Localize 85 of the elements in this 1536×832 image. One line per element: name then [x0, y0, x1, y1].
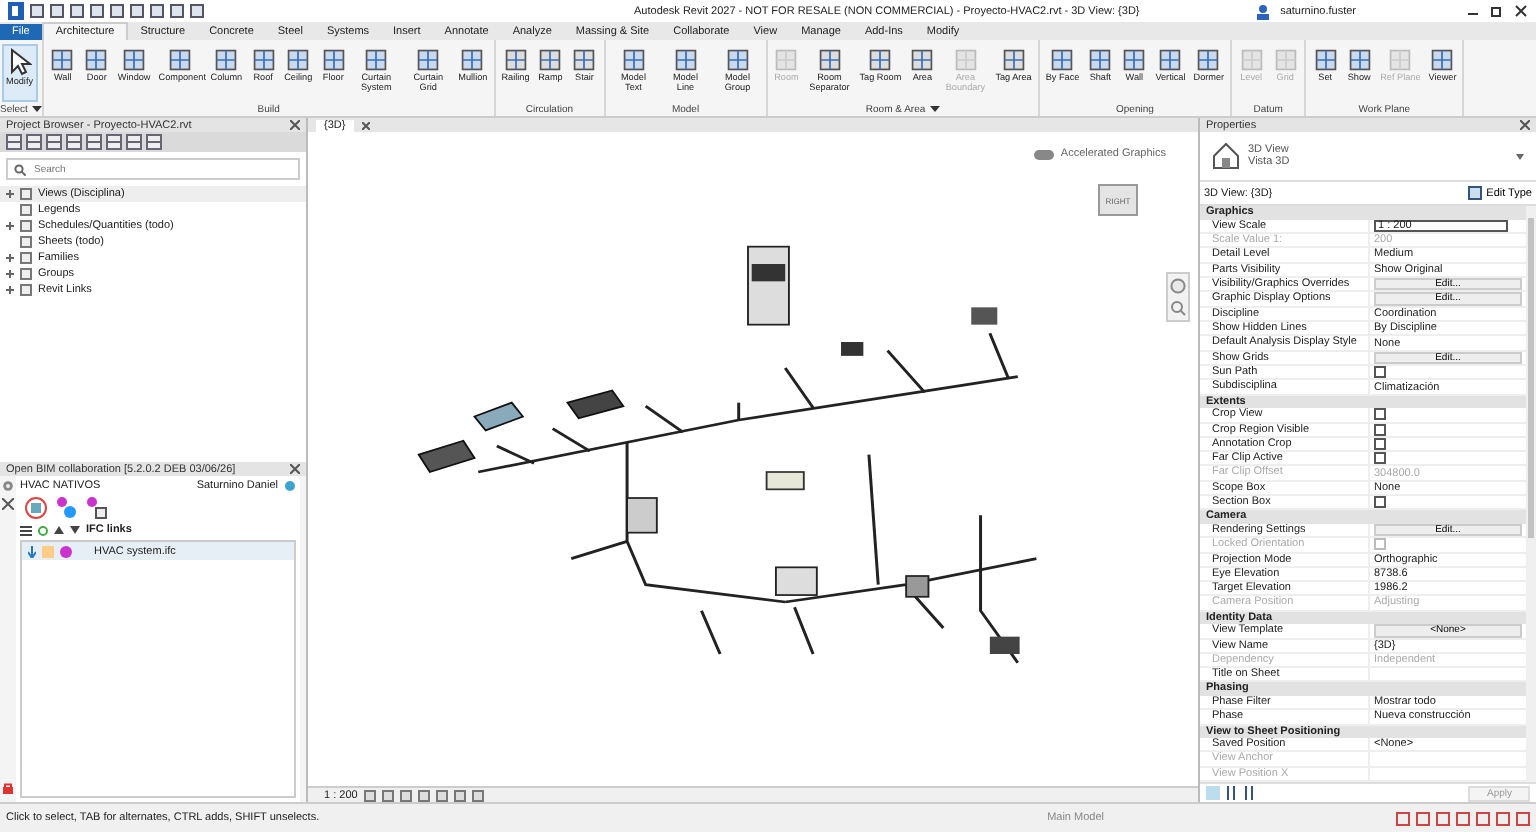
caret-icon[interactable]: [929, 105, 940, 113]
user-icon: [1256, 3, 1271, 19]
grid-icon: [84, 48, 109, 72]
restore-icon[interactable]: [1490, 4, 1504, 18]
download-arrow-icon[interactable]: [28, 545, 36, 557]
grid-icon: [364, 48, 389, 72]
grid-icon: [1430, 48, 1455, 72]
grid-icon: [214, 48, 239, 72]
close-icon[interactable]: [290, 464, 300, 474]
up-triangle-icon[interactable]: [54, 526, 64, 534]
checkbox[interactable]: [1374, 408, 1386, 421]
grid-icon: [1388, 48, 1413, 72]
grid-icon: [168, 48, 193, 72]
gear-icon[interactable]: [2, 480, 14, 492]
plus-icon[interactable]: [6, 190, 14, 198]
toggle-switch[interactable]: [1034, 149, 1055, 159]
toolbar-icon[interactable]: [106, 134, 122, 150]
ifc-logo-icon: [42, 545, 54, 557]
zoom-icon[interactable]: [1170, 300, 1186, 316]
grid-icon: [1239, 48, 1264, 72]
scrollbar[interactable]: [1526, 206, 1536, 782]
close-icon[interactable]: [290, 120, 300, 130]
caret-icon: [1516, 153, 1524, 159]
lock-icon[interactable]: [2, 782, 14, 794]
tools-icon[interactable]: [2, 498, 14, 510]
cursor-icon: [7, 48, 32, 76]
close-icon[interactable]: [361, 121, 370, 129]
plus-icon[interactable]: [6, 270, 14, 278]
grid-icon: [621, 48, 646, 72]
grid-icon: [1158, 48, 1183, 72]
plus-icon[interactable]: [6, 254, 14, 262]
grid-icon: [774, 48, 799, 72]
ifc-logo-icon[interactable]: [24, 496, 48, 520]
ifc-link-icon[interactable]: [54, 496, 78, 520]
menu-icon[interactable]: [20, 525, 32, 535]
grid-icon: [321, 48, 346, 72]
close-icon[interactable]: [1514, 4, 1528, 18]
grid-icon: [122, 48, 147, 72]
sort-icon[interactable]: [1242, 786, 1256, 800]
ifc-link-icon: [60, 545, 72, 557]
close-icon[interactable]: [1520, 120, 1530, 130]
ifc-link-icon[interactable]: [84, 496, 108, 520]
down-triangle-icon[interactable]: [70, 526, 80, 534]
grid-icon: [251, 48, 276, 72]
grid-icon: [503, 48, 528, 72]
grid-icon: [1088, 48, 1113, 72]
refresh-icon[interactable]: [38, 525, 48, 535]
toolbar-icon[interactable]: [26, 134, 42, 150]
toolbar-icon[interactable]: [6, 134, 22, 150]
plus-icon[interactable]: [6, 286, 14, 294]
grid-icon: [673, 48, 698, 72]
grid-icon: [50, 48, 75, 72]
edit-type-icon: [1468, 186, 1483, 200]
grid-icon: [1122, 48, 1147, 72]
grid-icon: [1313, 48, 1338, 72]
grid-icon: [910, 48, 935, 72]
toolbar-icon[interactable]: [86, 134, 102, 150]
grid-icon: [1347, 48, 1372, 72]
checkbox[interactable]: [1374, 496, 1386, 509]
grid-icon: [1050, 48, 1075, 72]
house-icon: [1212, 142, 1240, 170]
plus-icon[interactable]: [6, 222, 14, 230]
grid-icon: [416, 48, 441, 72]
grid-icon: [538, 48, 563, 72]
grid-icon: [1273, 48, 1298, 72]
app-logo-icon[interactable]: [8, 2, 24, 20]
sort-icon[interactable]: [1224, 786, 1238, 800]
checkbox[interactable]: [1374, 452, 1386, 465]
user-icon[interactable]: [284, 480, 296, 492]
toolbar-icon[interactable]: [126, 134, 142, 150]
grid-icon: [725, 48, 750, 72]
grid-icon: [868, 48, 893, 72]
caret-icon[interactable]: [31, 105, 42, 113]
toolbar-icon[interactable]: [146, 134, 162, 150]
grid-icon: [286, 48, 311, 72]
grid-icon: [1196, 48, 1221, 72]
toolbar-icon[interactable]: [46, 134, 62, 150]
grid-icon: [1001, 48, 1026, 72]
grid-icon: [817, 48, 842, 72]
grid-icon: [953, 48, 978, 72]
steering-wheel-icon[interactable]: [1170, 278, 1186, 294]
toolbar-icon[interactable]: [66, 134, 82, 150]
checkbox[interactable]: [1374, 366, 1386, 379]
grid-icon: [572, 48, 597, 72]
grid-icon: [460, 48, 485, 72]
